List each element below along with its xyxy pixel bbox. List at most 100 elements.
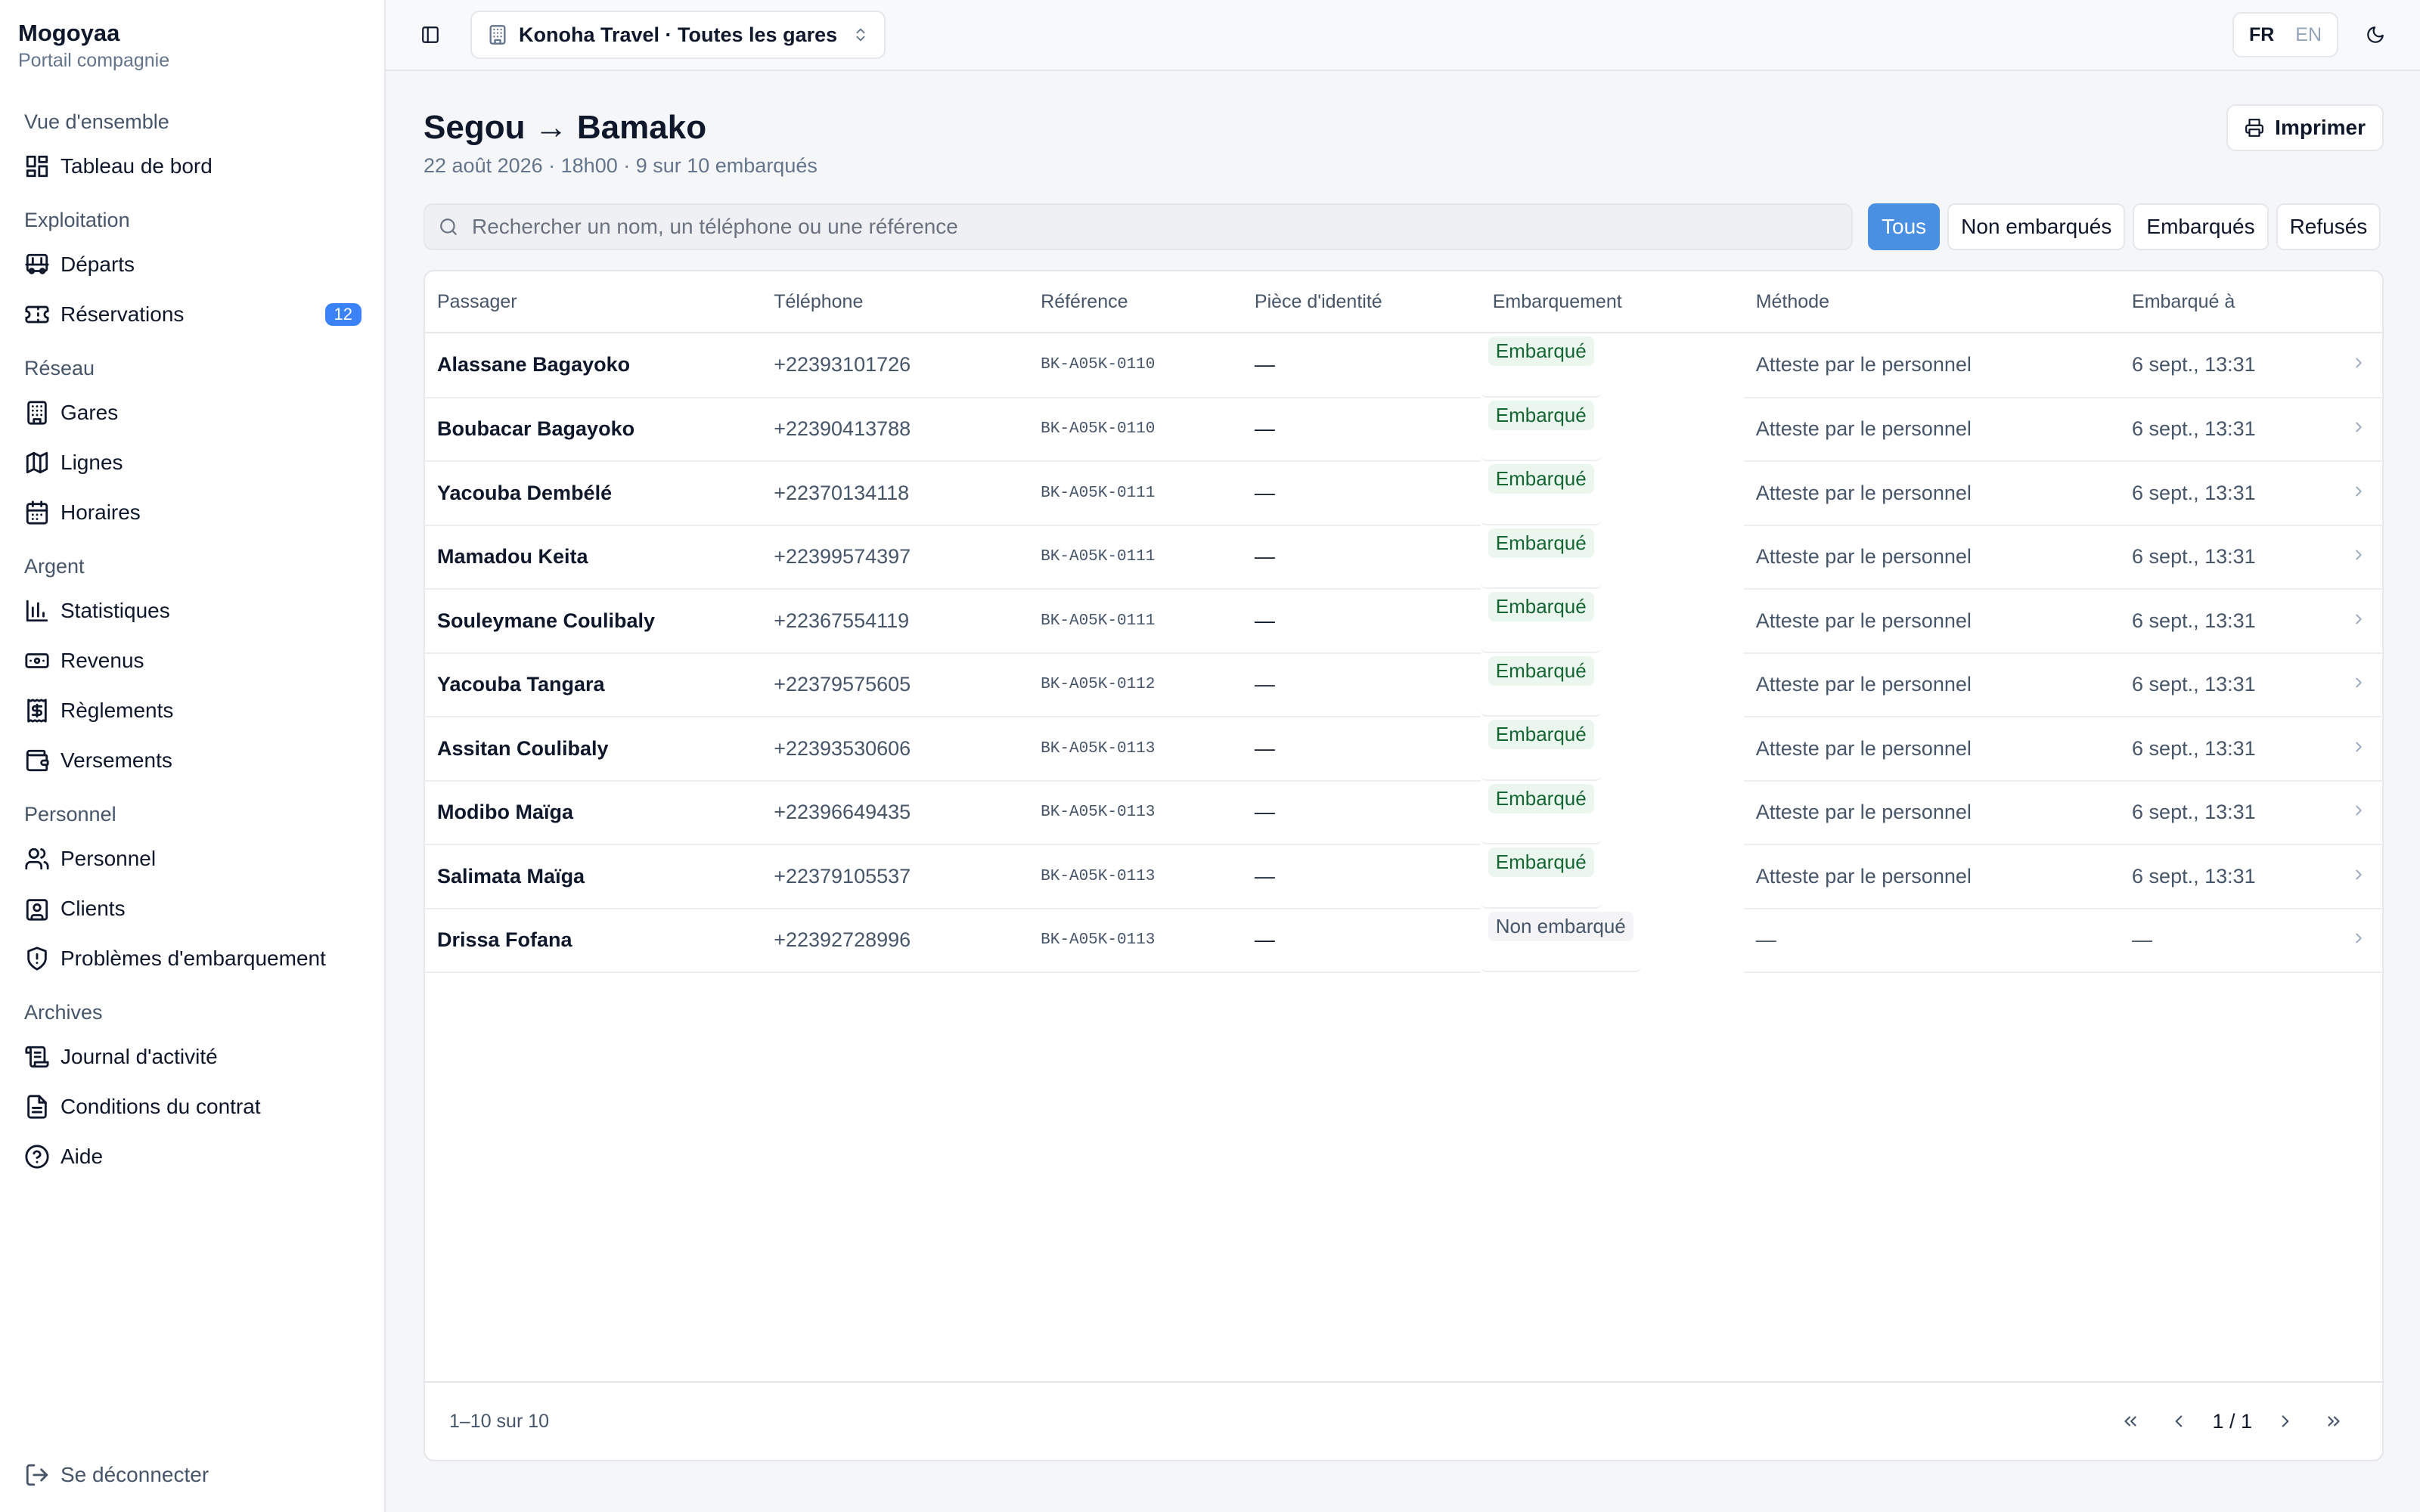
row-open-cell[interactable] xyxy=(2321,652,2382,717)
boarding-status-cell: Embarqué xyxy=(1480,525,1602,589)
identity-document-cell: — xyxy=(1242,844,1481,909)
lang-en-button[interactable]: EN xyxy=(2285,24,2332,46)
table-row[interactable]: Mamadou Keita +22399574397 BK-A05K-0111— Em… xyxy=(425,525,2382,590)
table-row[interactable]: Modibo Maïga +22396649435 BK-A05K-0113— Emb… xyxy=(425,780,2382,845)
col-header-boarded-at[interactable]: Embarqué à xyxy=(2120,271,2322,333)
booking-reference-cell: BK-A05K-0111 xyxy=(1028,461,1243,526)
sidebar-item-gares[interactable]: Gares xyxy=(0,388,384,438)
row-open-cell[interactable] xyxy=(2321,525,2382,590)
table-row[interactable]: Assitan Coulibaly +22393530606 BK-A05K-011… xyxy=(425,717,2382,782)
lang-fr-button[interactable]: FR xyxy=(2238,24,2285,46)
sidebar-item-label: Conditions du contrat xyxy=(60,1095,261,1118)
sidebar-item-revenus[interactable]: Revenus xyxy=(0,636,384,686)
filter-not-boarded-button[interactable]: Non embarqués xyxy=(1947,203,2126,250)
nav-group-label: Vue d'ensemble xyxy=(24,110,169,133)
identity-document-cell: — xyxy=(1242,333,1481,398)
sidebar-item-label: Départs xyxy=(60,253,135,276)
page-subtitle: 22 août 2026 · 18h00 · 9 sur 10 embarqué… xyxy=(424,154,818,177)
next-page-button[interactable] xyxy=(2261,1397,2310,1445)
sidebar-item-aide[interactable]: Aide xyxy=(0,1132,384,1182)
col-header-boarding[interactable]: Embarquement xyxy=(1480,271,1744,333)
row-open-cell[interactable] xyxy=(2321,780,2382,845)
sidebar-item-versements[interactable]: Versements xyxy=(0,736,384,785)
scroll-icon xyxy=(24,1044,50,1070)
sidebar-item-journal-d-activite[interactable]: Journal d'activité xyxy=(0,1032,384,1082)
sidebar-item-label: Clients xyxy=(60,897,126,920)
nav-group-label: Argent xyxy=(24,555,85,578)
nav-group-label: Réseau xyxy=(24,357,95,380)
row-open-cell[interactable] xyxy=(2321,908,2382,973)
sidebar-item-lignes[interactable]: Lignes xyxy=(0,438,384,488)
sidebar-item-statistiques[interactable]: Statistiques xyxy=(0,586,384,636)
table-body: Alassane Bagayoko +22393101726 BK-A05K-011… xyxy=(425,333,2382,973)
table-row[interactable]: Souleymane Coulibaly +22367554119 BK-A05K-… xyxy=(425,589,2382,654)
row-open-cell[interactable] xyxy=(2321,844,2382,909)
print-button[interactable]: Imprimer xyxy=(2226,104,2384,151)
last-page-button[interactable] xyxy=(2310,1397,2358,1445)
chevron-right-icon xyxy=(2356,805,2362,816)
sidebar-item-conditions-du-contrat[interactable]: Conditions du contrat xyxy=(0,1082,384,1132)
table-row[interactable]: Salimata Maïga +22379105537 BK-A05K-0113— E… xyxy=(425,844,2382,909)
sidebar-item-clients[interactable]: Clients xyxy=(0,884,384,934)
passenger-name-cell: Drissa Fofana xyxy=(425,908,762,973)
col-header-id[interactable]: Pièce d'identité xyxy=(1242,271,1481,333)
row-open-cell[interactable] xyxy=(2321,397,2382,462)
sidebar-item-problemes-d-embarquement[interactable]: Problèmes d'embarquement xyxy=(0,934,384,984)
identity-document-cell: — xyxy=(1242,908,1481,973)
search-icon xyxy=(439,217,458,237)
table-row[interactable]: Boubacar Bagayoko +22390413788 BK-A05K-011… xyxy=(425,397,2382,462)
pagination: 1 / 1 xyxy=(2106,1397,2358,1445)
dashboard-icon xyxy=(24,153,50,179)
boarding-method-cell: Atteste par le personnel xyxy=(1743,589,2121,654)
row-open-cell[interactable] xyxy=(2321,333,2382,398)
shield-alert-icon xyxy=(24,946,50,971)
search-box xyxy=(424,203,1853,250)
boarded-at-cell: 6 sept., 13:31 xyxy=(2120,652,2322,717)
nav-group-spacer xyxy=(0,785,384,795)
row-open-cell[interactable] xyxy=(2321,717,2382,782)
sidebar-item-label: Problèmes d'embarquement xyxy=(60,947,326,970)
passenger-name-cell: Souleymane Coulibaly xyxy=(425,589,762,654)
table-row[interactable]: Drissa Fofana +22392728996 BK-A05K-0113— No… xyxy=(425,908,2382,973)
sidebar-item-label: Gares xyxy=(60,401,119,424)
theme-toggle-button[interactable] xyxy=(2358,17,2393,52)
table-row[interactable]: Yacouba Dembélé +22370134118 BK-A05K-0111—… xyxy=(425,461,2382,526)
col-header-method[interactable]: Méthode xyxy=(1743,271,2121,333)
first-page-button[interactable] xyxy=(2106,1397,2155,1445)
sidebar-item-tableau-de-bord[interactable]: Tableau de bord xyxy=(0,141,384,191)
search-input[interactable] xyxy=(470,214,1838,240)
sidebar-item-horaires[interactable]: Horaires xyxy=(0,488,384,538)
sidebar-item-reservations[interactable]: Réservations 12 xyxy=(0,290,384,339)
sidebar-nav: Vue d'ensemble Tableau de bord Exploitatio… xyxy=(0,102,384,1191)
sidebar-item-departs[interactable]: Départs xyxy=(0,240,384,290)
filter-boarded-button[interactable]: Embarqués xyxy=(2133,203,2269,250)
row-open-cell[interactable] xyxy=(2321,461,2382,526)
filter-refused-button[interactable]: Refusés xyxy=(2276,203,2381,250)
sidebar-toggle-button[interactable] xyxy=(413,17,448,52)
status-badge: Embarqué xyxy=(1488,528,1594,558)
status-badge: Embarqué xyxy=(1488,400,1594,430)
col-header-passenger[interactable]: Passager xyxy=(425,271,762,333)
col-header-phone[interactable]: Téléphone xyxy=(762,271,1029,333)
boarded-at-cell: 6 sept., 13:31 xyxy=(2120,461,2322,526)
passenger-name-cell: Alassane Bagayoko xyxy=(425,333,762,398)
filter-all-button[interactable]: Tous xyxy=(1868,203,1941,250)
chevron-right-icon xyxy=(2282,1415,2289,1427)
passenger-phone-cell: +22390413788 xyxy=(762,397,1029,462)
col-header-reference[interactable]: Référence xyxy=(1028,271,1243,333)
chevron-right-icon xyxy=(2356,742,2362,752)
table-row[interactable]: Alassane Bagayoko +22393101726 BK-A05K-011… xyxy=(425,333,2382,398)
sidebar-item-personnel[interactable]: Personnel xyxy=(0,834,384,884)
boarding-status-cell: Non embarqué xyxy=(1480,909,1641,972)
brand-name: Mogoyaa xyxy=(18,20,120,46)
prev-page-button[interactable] xyxy=(2155,1397,2203,1445)
row-open-cell[interactable] xyxy=(2321,589,2382,654)
main-area: Konoha Travel · Toutes les gares FR EN S… xyxy=(386,0,2420,1512)
table-row[interactable]: Yacouba Tangara +22379575605 BK-A05K-0112—… xyxy=(425,652,2382,717)
calendar-icon xyxy=(24,500,50,525)
org-selector[interactable]: Konoha Travel · Toutes les gares xyxy=(470,11,886,59)
passenger-phone-cell: +22393101726 xyxy=(762,333,1029,398)
logout-button[interactable]: Se déconnecter xyxy=(0,1450,384,1500)
sidebar-item-reglements[interactable]: Règlements xyxy=(0,686,384,736)
sidebar-item-label: Revenus xyxy=(60,649,144,672)
